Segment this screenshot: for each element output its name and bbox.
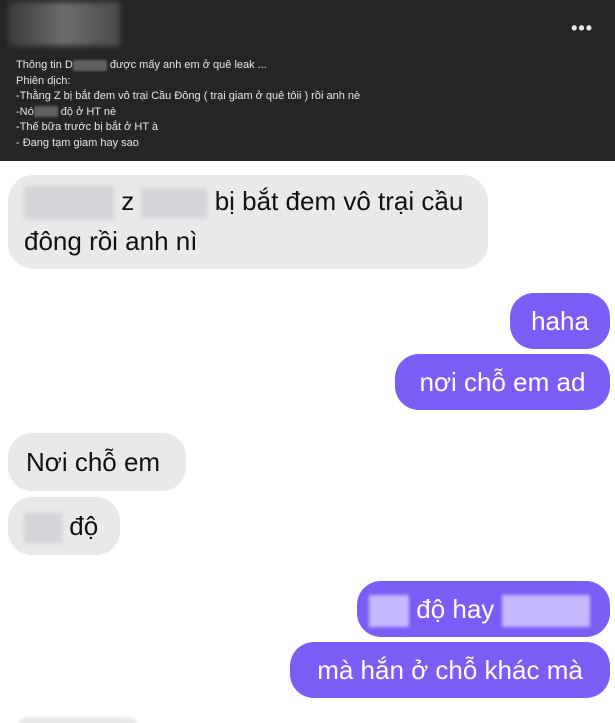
caption-text: -Nó: [16, 105, 34, 118]
redacted-block: [33, 106, 58, 118]
message-text: Nơi chỗ em: [26, 447, 161, 477]
message-text: mà hắn ở chỗ khác mà: [317, 655, 583, 685]
received-message[interactable]: độ: [8, 497, 120, 555]
caption-line-1: Thông tin D được mấy anh em ở quê leak .…: [16, 58, 360, 74]
sent-message[interactable]: mà hắn ở chỗ khác mà: [290, 642, 610, 698]
redacted-name: [501, 595, 590, 628]
chat-screenshot: z bị bắt đem vô trại cầu đông rồi anh nì…: [0, 161, 615, 723]
message-text: nơi chỗ em ad: [419, 367, 586, 397]
received-message[interactable]: Nơi chỗ em: [8, 433, 186, 491]
redacted-name: [24, 513, 62, 544]
message-text: độ: [69, 511, 99, 541]
caption-line-3: -Thằng Z bị bắt đem vô trại Cầu Đông ( t…: [16, 90, 361, 103]
message-text: bị bắt đem vô trại cầu: [214, 186, 464, 216]
caption-line-2: Phiên dịch:: [16, 74, 71, 87]
message-text: độ hay: [416, 594, 495, 624]
redacted-name: [24, 186, 114, 221]
message-text: haha: [531, 306, 589, 336]
post-header: ••• Thông tin D được mấy anh em ở quê le…: [0, 0, 615, 161]
caption-text: được mấy anh em ở quê leak ...: [106, 59, 267, 71]
post-caption: Thông tin D được mấy anh em ở quê leak .…: [16, 58, 360, 152]
caption-line-6: - Đang tạm giam hay sao: [16, 136, 139, 149]
sent-message[interactable]: haha: [510, 293, 610, 349]
message-text: z: [121, 186, 135, 216]
more-options-icon[interactable]: •••: [571, 18, 593, 39]
sent-message[interactable]: độ hay: [357, 581, 610, 637]
redacted-name: [141, 188, 208, 219]
received-message[interactable]: z bị bắt đem vô trại cầu đông rồi anh nì: [8, 175, 488, 269]
redacted-block: [72, 59, 107, 71]
caption-text: độ ở HT nè: [57, 105, 117, 118]
sent-message[interactable]: nơi chỗ em ad: [395, 354, 610, 410]
message-text: đông rồi anh nì: [24, 226, 198, 256]
caption-line-5: -Thế bữa trước bị bắt ở HT à: [16, 121, 159, 134]
blurred-author-avatar[interactable]: [8, 2, 120, 46]
caption-line-4: -Nó độ ở HT nè: [16, 105, 360, 121]
redacted-name: [369, 595, 409, 628]
caption-text: Thông tin D: [16, 59, 73, 71]
received-message-partial[interactable]: [18, 717, 138, 723]
